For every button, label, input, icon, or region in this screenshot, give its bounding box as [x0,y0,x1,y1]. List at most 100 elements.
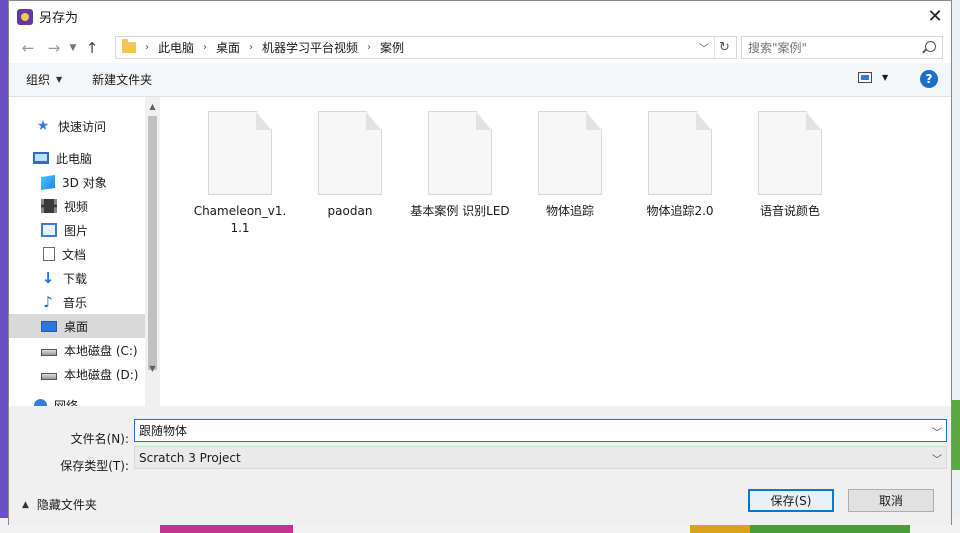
filename-label: 文件名(N): [70,432,129,446]
hide-folders-toggle[interactable]: ▲ 隐藏文件夹 [22,496,97,513]
refresh-icon[interactable]: ↻ [714,37,734,58]
file-item[interactable]: 语音说颜色 [740,111,840,220]
file-item[interactable]: 基本案例 识别LED [410,111,510,220]
chevron-up-icon: ▲ [22,499,29,510]
close-icon[interactable]: ✕ [919,1,951,32]
star-icon: ★ [36,118,50,134]
nav-item-this-pc[interactable]: 此电脑 [9,146,145,170]
chevron-right-icon[interactable]: › [145,42,149,53]
document-icon [43,247,55,261]
caret-down-icon: ▼ [56,75,63,84]
file-name: 基本案例 识别LED [410,204,510,218]
up-arrow-icon[interactable]: ↑ [80,36,104,60]
breadcrumb-item-current[interactable]: 案例 [380,39,404,56]
nav-item-desktop[interactable]: 桌面 [9,314,145,338]
breadcrumb-item-folder[interactable]: 机器学习平台视频 [262,39,358,56]
search-box[interactable] [741,36,943,59]
file-name: Chameleon_v1.1.1 [193,204,287,235]
save-fields: 文件名(N): 跟随物体 ﹀ 保存类型(T): Scratch 3 Projec… [9,406,951,476]
nav-item-pictures[interactable]: 图片 [9,218,145,242]
nav-item-quick-access[interactable]: ★ 快速访问 [9,114,145,138]
recent-locations-dropdown-icon[interactable]: ▼ [66,43,80,53]
filetype-label: 保存类型(T): [60,459,129,473]
file-item[interactable]: Chameleon_v1.1.1 [190,111,290,237]
organize-button[interactable]: 组织 ▼ [26,71,62,88]
filename-field[interactable]: 跟随物体 ﹀ [134,419,947,442]
new-folder-button[interactable]: 新建文件夹 [92,71,152,88]
search-input[interactable] [748,40,918,55]
window-title: 另存为 [39,11,79,26]
file-icon [648,111,712,195]
file-list: Chameleon_v1.1.1 paodan 基本案例 识别LED 物体追踪 … [161,97,951,406]
filetype-select[interactable]: Scratch 3 Project ﹀ [134,446,947,469]
desktop-icon [41,320,57,332]
address-bar[interactable]: › 此电脑 › 桌面 › 机器学习平台视频 › 案例 ﹀ ↻ [115,36,737,59]
nav-item-disk-c[interactable]: 本地磁盘 (C:) [9,338,145,362]
breadcrumb-item-this-pc[interactable]: 此电脑 [158,39,194,56]
change-view-button[interactable]: ▼ [858,72,888,83]
background-app-sidebar [0,0,8,533]
computer-icon [33,152,49,164]
navigation-pane: ★ 快速访问 此电脑 3D 对象 视频 图片 文档 ↓ 下载 ♪ 音乐 桌面 本… [9,97,145,406]
network-icon [34,398,47,406]
file-icon [428,111,492,195]
nav-item-disk-d[interactable]: 本地磁盘 (D:) [9,362,145,386]
scroll-down-icon[interactable]: ▼ [145,361,160,376]
new-folder-label: 新建文件夹 [92,73,153,87]
dialog-footer: ▲ 隐藏文件夹 保存(S) 取消 [9,476,951,525]
file-item[interactable]: 物体追踪 [520,111,620,220]
caret-down-icon: ▼ [882,73,889,82]
download-icon: ↓ [41,269,55,287]
help-icon[interactable]: ? [920,70,938,88]
disk-icon [41,372,57,380]
browser-body: ★ 快速访问 此电脑 3D 对象 视频 图片 文档 ↓ 下载 ♪ 音乐 桌面 本… [9,97,951,406]
file-name: 语音说颜色 [759,204,820,218]
file-name: paodan [327,204,373,218]
picture-icon [41,223,57,237]
save-as-dialog: 另存为 ✕ ← → ▼ ↑ › 此电脑 › 桌面 › 机器学习平台视频 › 案例… [8,0,952,525]
breadcrumb-item-desktop[interactable]: 桌面 [216,39,240,56]
file-icon [208,111,272,195]
video-icon [41,199,57,213]
cube-icon [41,174,55,190]
file-item[interactable]: paodan [300,111,400,220]
background-block-green-right [952,400,960,470]
title-bar: 另存为 ✕ [9,1,951,32]
nav-item-downloads[interactable]: ↓ 下载 [9,266,145,290]
file-icon [538,111,602,195]
filename-value[interactable]: 跟随物体 [139,422,187,439]
file-name: 物体追踪 [545,204,594,218]
cancel-button[interactable]: 取消 [848,489,934,512]
chevron-right-icon[interactable]: › [367,42,371,53]
breadcrumb: › 此电脑 › 桌面 › 机器学习平台视频 › 案例 [136,39,404,56]
nav-item-music[interactable]: ♪ 音乐 [9,290,145,314]
nav-scrollbar[interactable]: ▲ ▼ [145,97,160,406]
folder-icon [122,39,136,53]
file-icon [318,111,382,195]
chevron-down-icon[interactable]: ﹀ [696,37,712,58]
search-icon[interactable] [925,41,936,52]
organize-label: 组织 [26,73,51,87]
nav-item-documents[interactable]: 文档 [9,242,145,266]
file-icon [758,111,822,195]
nav-item-3d-objects[interactable]: 3D 对象 [9,170,145,194]
save-button[interactable]: 保存(S) [748,489,834,512]
file-item[interactable]: 物体追踪2.0 [630,111,730,220]
disk-icon [41,348,57,356]
address-row: ← → ▼ ↑ › 此电脑 › 桌面 › 机器学习平台视频 › 案例 ﹀ ↻ [9,32,951,63]
toolbar: 组织 ▼ 新建文件夹 ▼ ? [9,63,951,97]
forward-arrow-icon[interactable]: → [42,36,66,60]
back-arrow-icon[interactable]: ← [16,36,40,60]
view-icon [858,72,872,83]
nav-item-network[interactable]: 网络 [9,393,145,406]
scroll-up-icon[interactable]: ▲ [145,99,160,114]
chevron-right-icon[interactable]: › [249,42,253,53]
hide-folders-label: 隐藏文件夹 [36,498,97,512]
chevron-down-icon[interactable]: ﹀ [932,424,942,439]
scrollbar-thumb[interactable] [148,116,157,370]
chevron-down-icon[interactable]: ﹀ [932,451,942,466]
nav-item-videos[interactable]: 视频 [9,194,145,218]
chevron-right-icon[interactable]: › [203,42,207,53]
app-icon [17,8,33,25]
file-name: 物体追踪2.0 [646,204,714,218]
